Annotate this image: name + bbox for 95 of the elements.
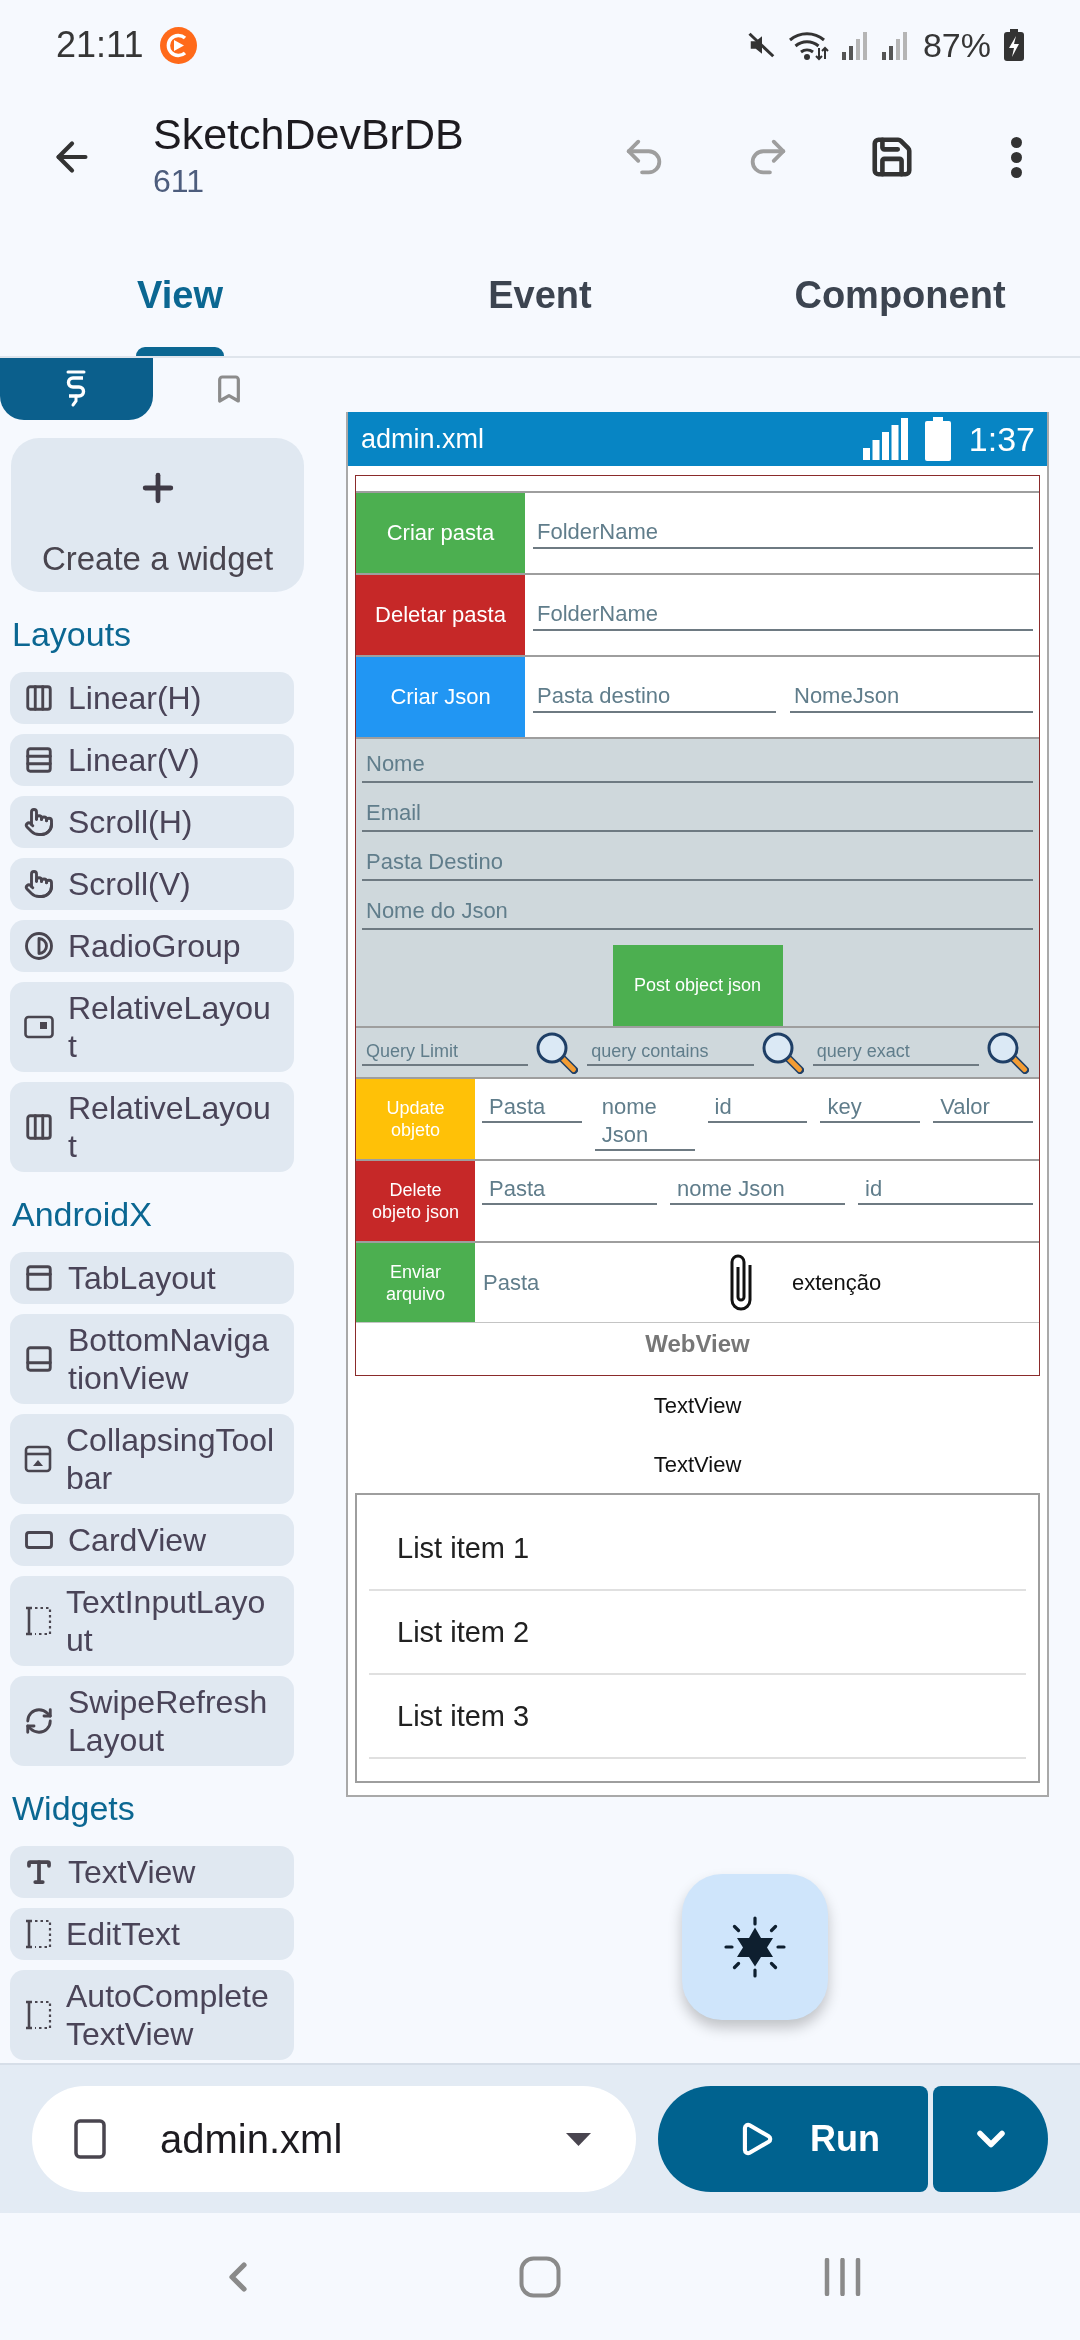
widget-item[interactable]: CollapsingToolbar xyxy=(10,1414,294,1504)
preview-title: admin.xml xyxy=(361,423,485,455)
collapsing-panel-icon xyxy=(24,1445,52,1473)
widget-item[interactable]: SwipeRefreshLayout xyxy=(10,1676,294,1766)
section-title: Layouts xyxy=(12,614,133,655)
input-field[interactable]: query contains xyxy=(587,1039,754,1066)
widget-item[interactable]: Scroll(V) xyxy=(10,858,294,910)
section-title: AndroidX xyxy=(12,1194,153,1235)
tab[interactable]: Event xyxy=(360,224,720,356)
extension-label: extenção xyxy=(792,1269,882,1296)
input-field[interactable]: nome Json xyxy=(594,1093,695,1151)
input-field[interactable]: key xyxy=(820,1093,921,1123)
battery-icon xyxy=(924,417,951,461)
frame-icon xyxy=(24,1015,54,1039)
widget-item[interactable]: RelativeLayout xyxy=(10,982,294,1072)
action-button[interactable]: Deletar pasta xyxy=(356,575,525,655)
input-field[interactable]: nome Json xyxy=(670,1175,845,1205)
widget-item[interactable]: Linear(V) xyxy=(10,734,294,786)
hand-pointer-icon xyxy=(24,869,54,899)
signal-icon xyxy=(880,30,910,60)
input-field[interactable]: Email xyxy=(362,796,1033,832)
tab[interactable]: View xyxy=(0,224,360,356)
columns-icon xyxy=(24,1112,54,1142)
text-view: TextView xyxy=(652,1451,743,1479)
input-field[interactable]: Valor xyxy=(933,1093,1033,1123)
text-view: TextView xyxy=(652,1392,743,1420)
action-button[interactable]: Delete objeto json xyxy=(356,1161,475,1241)
refresh-icon xyxy=(24,1706,54,1736)
widget-item[interactable]: BottomNavigationView xyxy=(10,1314,294,1404)
input-field[interactable]: FolderName xyxy=(533,517,1033,549)
recents-icon xyxy=(823,2257,861,2296)
mute-icon xyxy=(746,30,777,60)
search-icon xyxy=(535,1031,579,1074)
project-id: 611 xyxy=(153,162,205,201)
rows-icon xyxy=(24,745,54,775)
device-icon xyxy=(74,2119,106,2159)
palette-tab[interactable] xyxy=(0,358,153,420)
search-icon xyxy=(986,1031,1029,1074)
file-selector[interactable]: admin.xml xyxy=(32,2086,636,2192)
widget-item[interactable]: RadioGroup xyxy=(10,920,294,972)
search-icon xyxy=(760,1031,804,1074)
input-field[interactable]: Pasta Destino xyxy=(362,845,1033,881)
panel-bottom-icon xyxy=(24,1344,54,1374)
project-title: SketchDevBrDB xyxy=(153,109,464,160)
widget-item[interactable]: CardView xyxy=(10,1514,294,1566)
input-field[interactable]: id xyxy=(707,1093,808,1123)
text-cursor-box-icon xyxy=(24,1606,52,1636)
text-cursor-box-icon xyxy=(24,1919,52,1949)
panel-top-icon xyxy=(24,1263,54,1293)
columns-icon xyxy=(24,683,54,713)
widget-item[interactable]: Scroll(H) xyxy=(10,796,294,848)
text-size-icon xyxy=(24,1857,54,1887)
run-options-button[interactable] xyxy=(933,2086,1048,2192)
input-field[interactable]: Pasta xyxy=(483,1262,713,1303)
webview-label: WebView xyxy=(644,1329,751,1359)
input-field[interactable]: FolderName xyxy=(533,599,1033,631)
preview-clock: 1:37 xyxy=(968,419,1035,459)
widget-item[interactable]: AutoCompleteTextView xyxy=(10,1970,294,2060)
sparkle-icon xyxy=(724,1916,786,1978)
battery-percent: 87% xyxy=(922,25,991,65)
list-item[interactable]: List item 1 xyxy=(369,1507,1026,1591)
signal-icon xyxy=(862,418,908,460)
more-icon xyxy=(1010,136,1022,178)
list-item[interactable]: List item 3 xyxy=(369,1675,1026,1759)
caret-icon xyxy=(566,2132,591,2146)
input-field[interactable]: Nome xyxy=(362,747,1033,783)
save-icon xyxy=(869,134,915,180)
list-item[interactable]: List item 2 xyxy=(369,1591,1026,1675)
widget-item[interactable]: EditText xyxy=(10,1908,294,1960)
create-widget-button[interactable]: Create a widget xyxy=(11,438,304,592)
widget-item[interactable]: Linear(H) xyxy=(10,672,294,724)
input-field[interactable]: Pasta xyxy=(482,1175,657,1205)
input-field[interactable]: Pasta xyxy=(482,1093,582,1123)
widget-item[interactable]: RelativeLayout xyxy=(10,1082,294,1172)
input-field[interactable]: query exact xyxy=(812,1039,979,1066)
input-field[interactable]: Nome do Json xyxy=(362,894,1033,930)
record-app-icon xyxy=(160,26,198,64)
section-title: Widgets xyxy=(12,1788,136,1829)
hand-pointer-icon xyxy=(24,807,54,837)
tab[interactable]: Component xyxy=(720,224,1080,356)
widget-item[interactable]: TabLayout xyxy=(10,1252,294,1304)
widget-item[interactable]: TextView xyxy=(10,1846,294,1898)
run-button[interactable]: Run xyxy=(658,2086,928,2192)
half-circle-icon xyxy=(24,931,54,961)
status-time: 21:11 xyxy=(56,24,144,66)
fab-button[interactable] xyxy=(682,1874,828,2020)
battery-icon xyxy=(1002,29,1026,61)
input-field[interactable]: NomeJson xyxy=(790,681,1033,713)
signal-icon xyxy=(840,30,870,60)
input-field[interactable]: Query Limit xyxy=(362,1039,529,1066)
input-field[interactable]: id xyxy=(858,1175,1033,1205)
home-icon xyxy=(519,2255,561,2298)
text-cursor-box-icon xyxy=(24,2000,52,2030)
widget-item[interactable]: TextInputLayout xyxy=(10,1576,294,1666)
input-field[interactable]: Pasta destino xyxy=(533,681,776,713)
